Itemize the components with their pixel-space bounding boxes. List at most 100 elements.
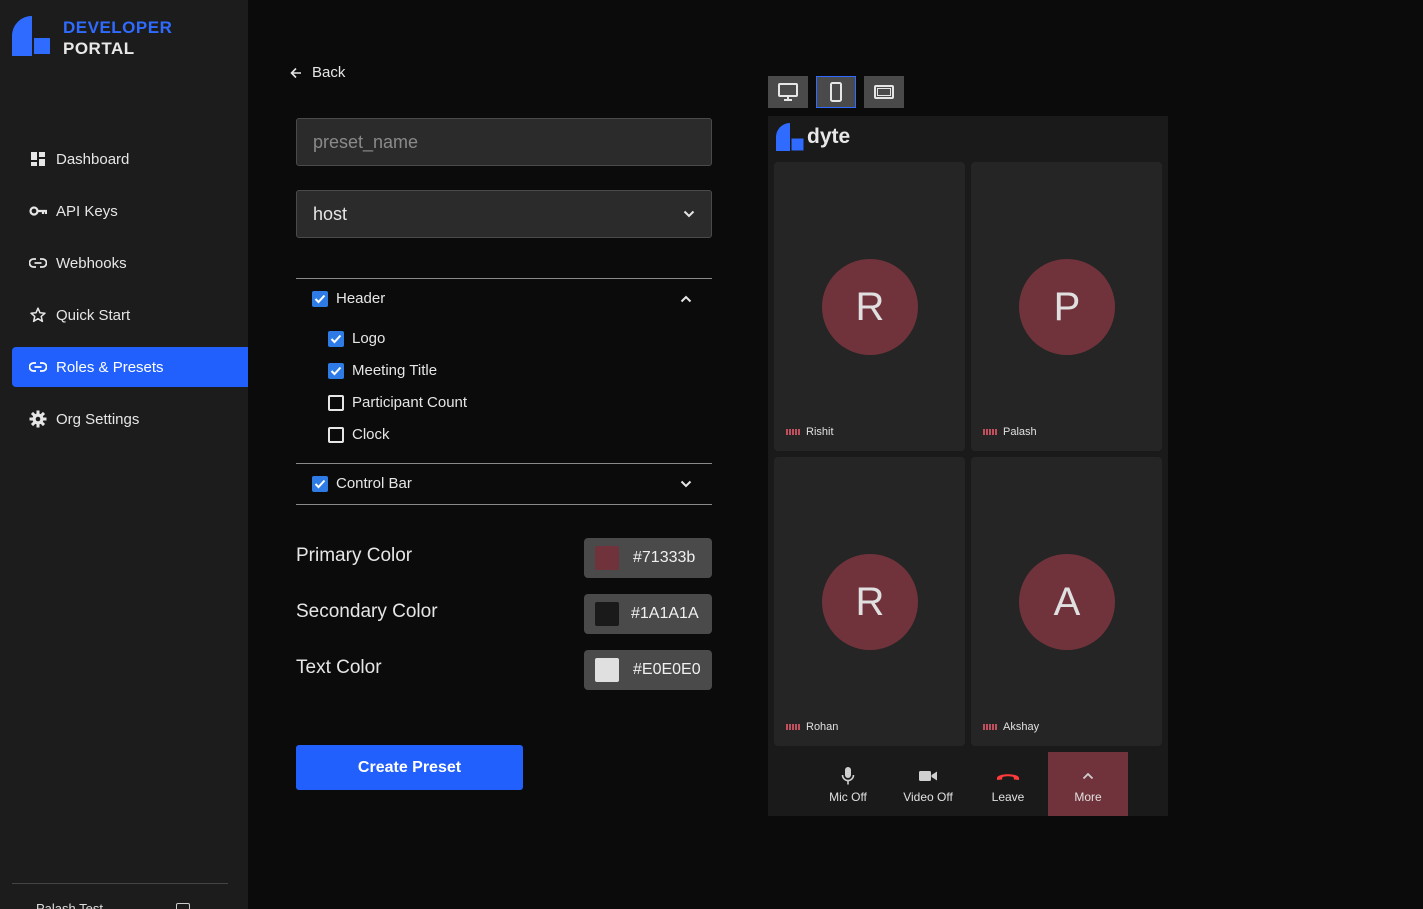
audio-level-icon — [983, 724, 998, 730]
device-mobile-button[interactable] — [816, 76, 856, 108]
brand-name: DEVELOPER PORTAL — [63, 17, 172, 59]
back-link[interactable]: Back — [290, 64, 345, 81]
text-color-picker[interactable]: #E0E0E0 — [584, 650, 712, 690]
option-label: Clock — [352, 426, 390, 443]
mic-toggle-button[interactable]: Mic Off — [808, 752, 888, 816]
sidebar-item-quick-start[interactable]: Quick Start — [12, 295, 248, 335]
sidebar-item-api-keys[interactable]: API Keys — [12, 191, 248, 231]
brand-logo[interactable]: DEVELOPER PORTAL — [12, 16, 172, 59]
control-bar-section-label: Control Bar — [336, 475, 412, 492]
participant-tile[interactable]: P Palash — [971, 162, 1162, 451]
sidebar-divider — [12, 883, 228, 884]
star-icon — [28, 305, 48, 325]
control-bar-section-toggle[interactable]: Control Bar — [312, 475, 412, 492]
accordion-divider — [296, 504, 712, 505]
chevron-up-icon[interactable] — [679, 292, 693, 306]
audio-level-icon — [786, 724, 801, 730]
brand-line-2: PORTAL — [63, 39, 135, 58]
more-button[interactable]: More — [1048, 752, 1128, 816]
control-label: More — [1074, 789, 1102, 804]
avatar: P — [1019, 259, 1115, 355]
option-label: Participant Count — [352, 394, 468, 411]
option-logo[interactable]: Logo — [328, 330, 385, 347]
chevron-down-icon[interactable] — [679, 477, 693, 491]
switch-org-icon[interactable] — [176, 903, 190, 909]
primary-color-picker[interactable]: #71333b — [584, 538, 712, 578]
meeting-title-checkbox[interactable] — [328, 362, 344, 379]
participant-name: Rohan — [806, 721, 839, 733]
participant-name: Akshay — [1003, 721, 1040, 733]
sidebar-nav: Dashboard API Keys Webhooks Quick Start … — [12, 139, 248, 451]
video-toggle-button[interactable]: Video Off — [888, 752, 968, 816]
sidebar-item-label: API Keys — [56, 202, 118, 220]
org-switcher-label[interactable]: Palash Test — [36, 901, 103, 909]
participant-tile[interactable]: R Rishit — [774, 162, 965, 451]
back-label: Back — [312, 64, 346, 81]
option-clock[interactable]: Clock — [328, 426, 390, 443]
option-label: Meeting Title — [352, 362, 438, 379]
option-meeting-title[interactable]: Meeting Title — [328, 362, 437, 379]
sidebar-item-roles-presets[interactable]: Roles & Presets — [12, 347, 248, 387]
participant-name-tag: Akshay — [983, 721, 1039, 733]
secondary-color-value: #1A1A1A — [631, 605, 699, 622]
video-off-icon — [918, 765, 938, 787]
avatar: A — [1019, 554, 1115, 650]
role-select-value: host — [313, 203, 348, 224]
participant-tile[interactable]: A Akshay — [971, 457, 1162, 746]
check-icon — [314, 479, 326, 488]
control-label: Mic Off — [829, 789, 867, 804]
avatar: R — [822, 259, 918, 355]
control-label: Leave — [991, 789, 1025, 804]
arrow-left-icon — [290, 67, 301, 78]
device-desktop-button[interactable] — [768, 76, 808, 108]
participant-name-tag: Palash — [983, 426, 1037, 438]
link-icon — [28, 357, 48, 377]
header-section-toggle[interactable]: Header — [312, 290, 385, 307]
participant-name-tag: Rishit — [786, 426, 834, 438]
preset-name-input[interactable]: preset_name — [296, 118, 712, 166]
sidebar-item-webhooks[interactable]: Webhooks — [12, 243, 248, 283]
header-checkbox[interactable] — [312, 290, 328, 307]
text-color-label: Text Color — [296, 657, 382, 678]
logo-icon — [12, 16, 52, 56]
sidebar-item-label: Roles & Presets — [56, 358, 164, 376]
chevron-down-icon — [683, 210, 695, 218]
clock-checkbox[interactable] — [328, 426, 344, 443]
control-bar-checkbox[interactable] — [312, 475, 328, 492]
control-label: Video Off — [903, 789, 953, 804]
create-preset-button[interactable]: Create Preset — [296, 745, 523, 790]
participant-count-checkbox[interactable] — [328, 394, 344, 411]
preview-header: dyte — [768, 116, 1168, 158]
participant-name-tag: Rohan — [786, 721, 838, 733]
check-icon — [314, 294, 326, 303]
meeting-preview: dyte R Rishit P Palash R Rohan A Akshay — [768, 116, 1168, 816]
sidebar-item-dashboard[interactable]: Dashboard — [12, 139, 248, 179]
avatar: R — [822, 554, 918, 650]
header-section-label: Header — [336, 290, 386, 307]
gear-icon — [28, 409, 48, 429]
sidebar-item-label: Quick Start — [56, 306, 131, 324]
mobile-icon — [830, 82, 842, 102]
primary-color-swatch — [595, 546, 619, 570]
leave-button[interactable]: Leave — [968, 752, 1048, 816]
sidebar-item-label: Org Settings — [56, 410, 140, 428]
participant-name: Rishit — [806, 426, 834, 438]
participant-tile[interactable]: R Rohan — [774, 457, 965, 746]
option-participant-count[interactable]: Participant Count — [328, 394, 467, 411]
role-select[interactable]: host — [296, 190, 712, 238]
audio-level-icon — [983, 429, 998, 435]
mic-off-icon — [841, 765, 855, 787]
logo-checkbox[interactable] — [328, 330, 344, 347]
option-label: Logo — [352, 330, 386, 347]
sidebar-item-org-settings[interactable]: Org Settings — [12, 399, 248, 439]
device-tablet-button[interactable] — [864, 76, 904, 108]
sidebar-item-label: Webhooks — [56, 254, 127, 272]
sidebar: DEVELOPER PORTAL Dashboard API Keys Webh… — [0, 0, 248, 909]
participant-name: Palash — [1003, 426, 1037, 438]
text-color-value: #E0E0E0 — [633, 661, 701, 678]
secondary-color-label: Secondary Color — [296, 601, 438, 622]
preview-brand-name: dyte — [807, 125, 851, 148]
check-icon — [330, 334, 342, 343]
secondary-color-picker[interactable]: #1A1A1A — [584, 594, 712, 634]
check-icon — [330, 366, 342, 375]
